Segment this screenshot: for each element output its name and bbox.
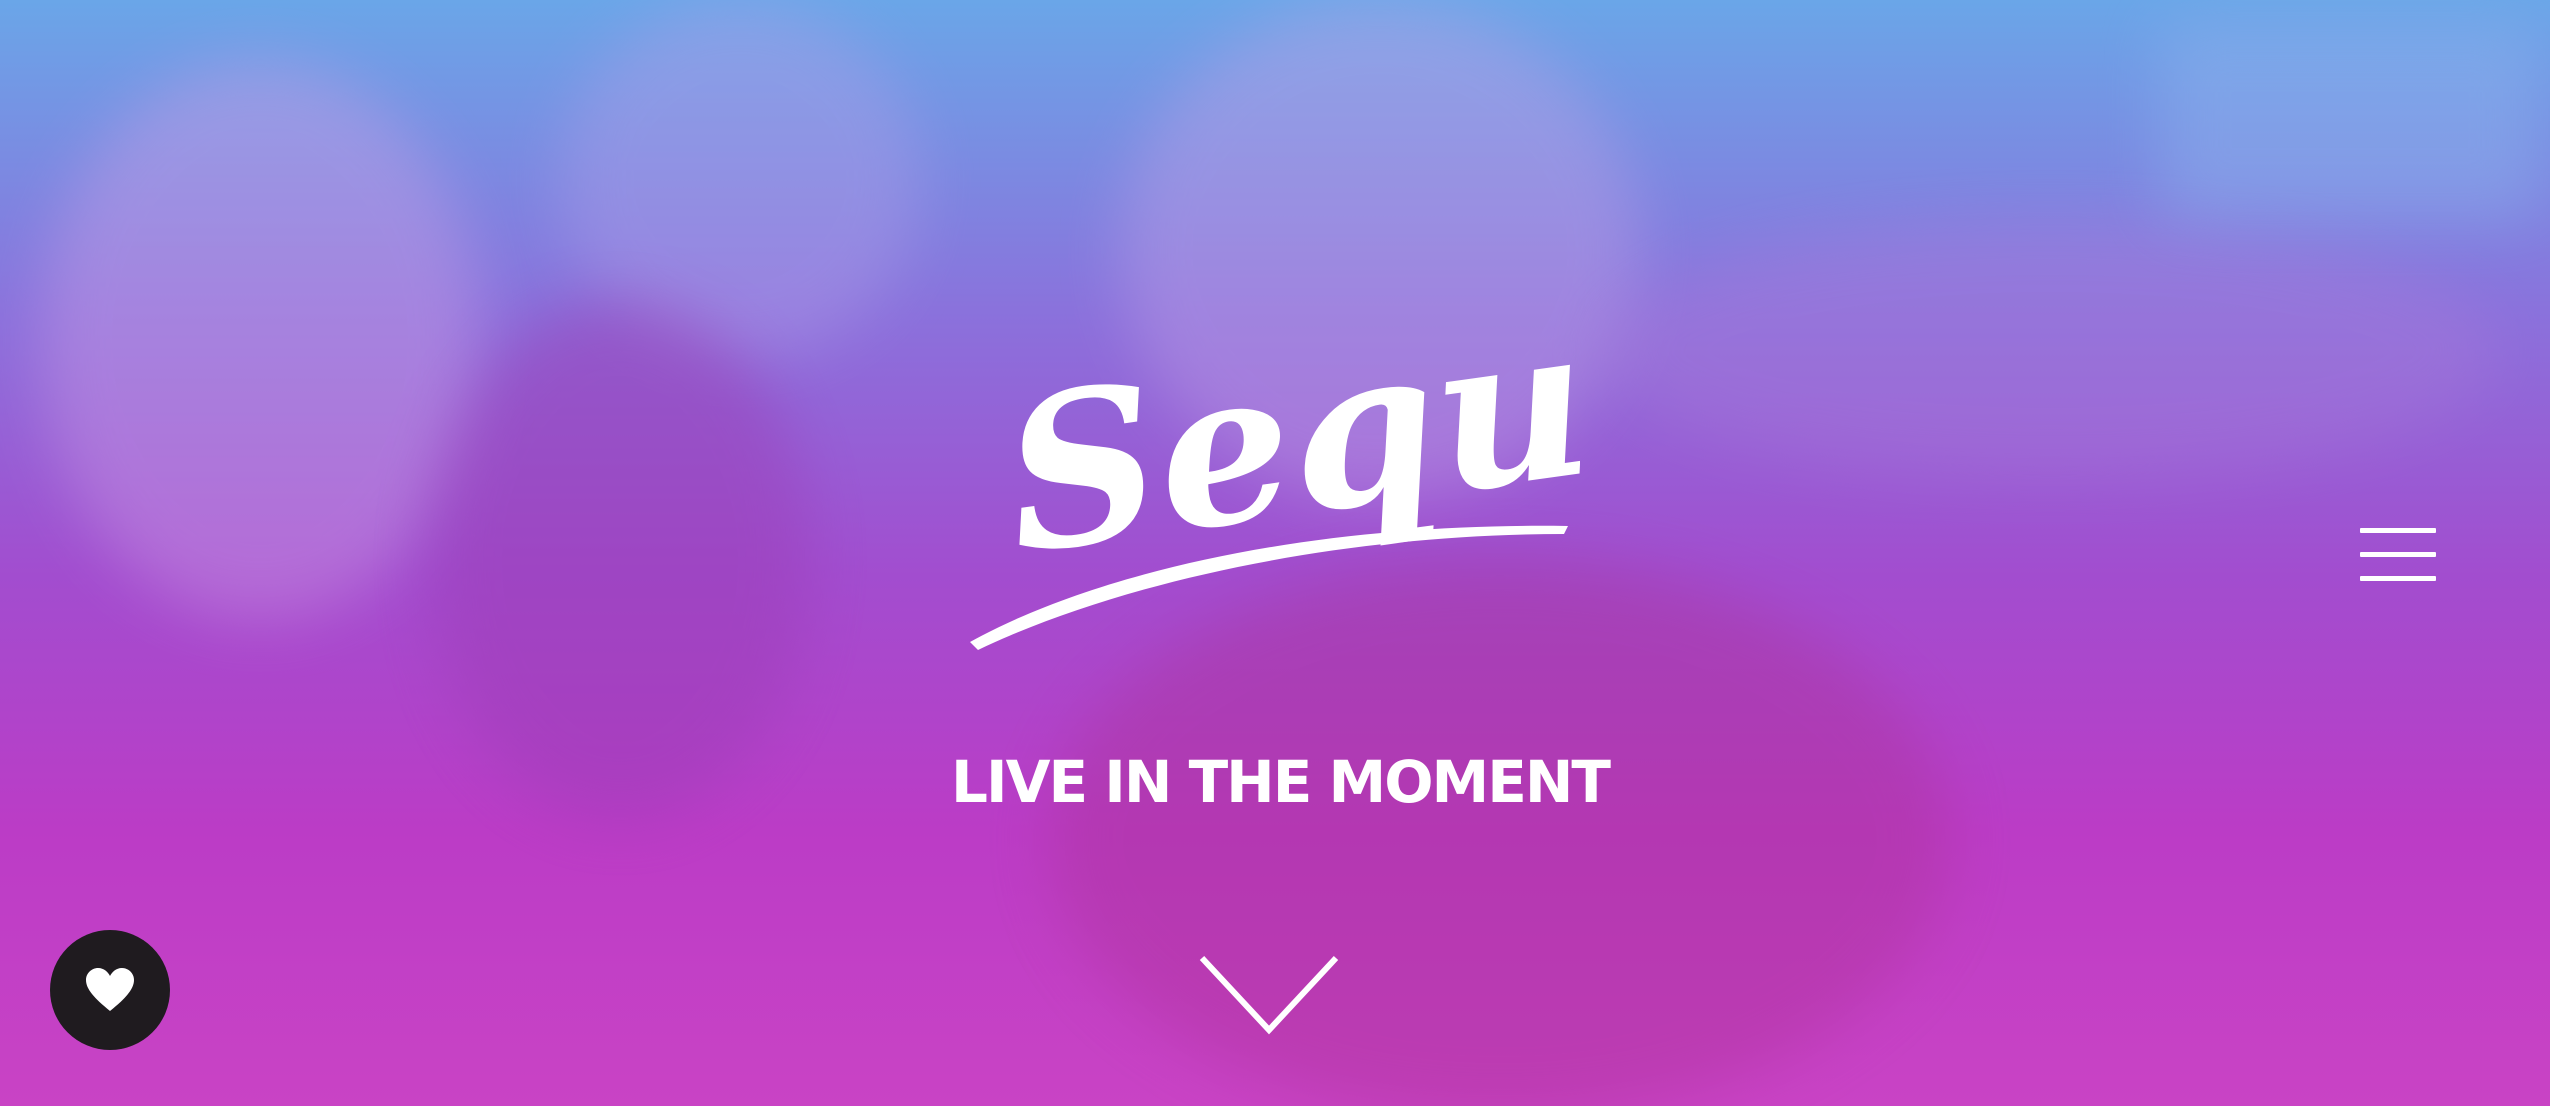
background-photo-shape [40, 60, 480, 620]
heart-icon [86, 968, 134, 1011]
background-photo-shape [430, 300, 810, 820]
hero-section: Sequi LIVE IN THE MOMENT [0, 0, 2550, 1106]
background-photo-shape [2160, 20, 2540, 220]
background-photo-shape [560, 0, 920, 360]
menu-icon-bar [2360, 576, 2436, 581]
menu-icon-bar [2360, 528, 2436, 533]
menu-button[interactable] [2356, 524, 2440, 586]
favorite-button[interactable] [50, 930, 170, 1050]
scroll-down-chevron-icon[interactable] [1196, 950, 1342, 1040]
menu-icon-bar [2360, 552, 2436, 557]
brand-logo[interactable]: Sequi [960, 290, 1580, 670]
background-photo-shape [1600, 220, 2500, 480]
tagline: LIVE IN THE MOMENT [951, 748, 1611, 816]
